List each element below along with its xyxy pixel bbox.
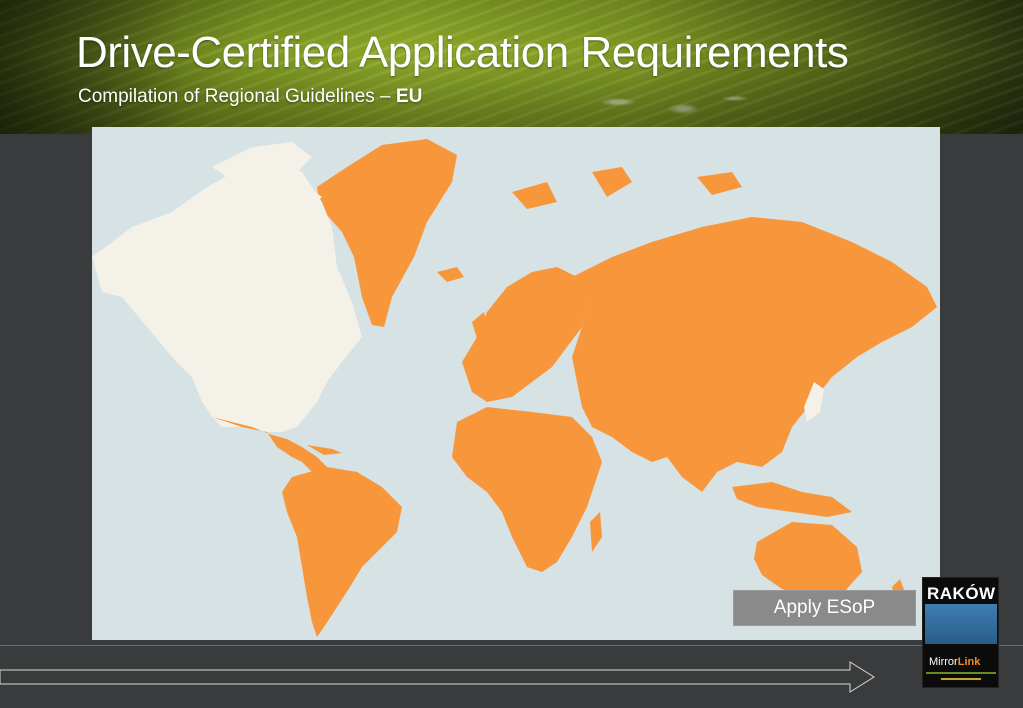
progress-arrow bbox=[0, 661, 875, 693]
mirrorlink-summit-logo: RAKÓW MirrorLink bbox=[922, 577, 999, 688]
south-america-region bbox=[282, 467, 402, 637]
africa-region bbox=[452, 407, 602, 572]
logo-fine-print-line bbox=[926, 672, 996, 674]
subtitle-region: EU bbox=[395, 86, 423, 107]
southeast-asia-islands bbox=[732, 482, 852, 517]
logo-brand: MirrorLink bbox=[929, 656, 981, 668]
uk-region bbox=[437, 267, 488, 342]
logo-city-word: RAKÓW bbox=[927, 584, 996, 603]
world-map-svg bbox=[92, 139, 937, 637]
madagascar-region bbox=[590, 512, 602, 552]
russian-arctic-islands bbox=[512, 167, 742, 209]
logo-fine-print-line-2 bbox=[941, 678, 981, 680]
page-title: Drive-Certified Application Requirements bbox=[76, 28, 849, 77]
page-subtitle: Compilation of Regional Guidelines – EU bbox=[78, 86, 422, 108]
caribbean-region bbox=[307, 445, 342, 455]
australia-region bbox=[754, 522, 862, 597]
logo-skyline-image bbox=[925, 604, 997, 644]
world-map bbox=[92, 127, 940, 640]
asia-region bbox=[572, 217, 937, 492]
footer-divider bbox=[0, 645, 1023, 646]
subtitle-text: Compilation of Regional Guidelines – bbox=[78, 86, 396, 107]
apply-esop-button[interactable]: Apply ESoP bbox=[733, 590, 916, 626]
